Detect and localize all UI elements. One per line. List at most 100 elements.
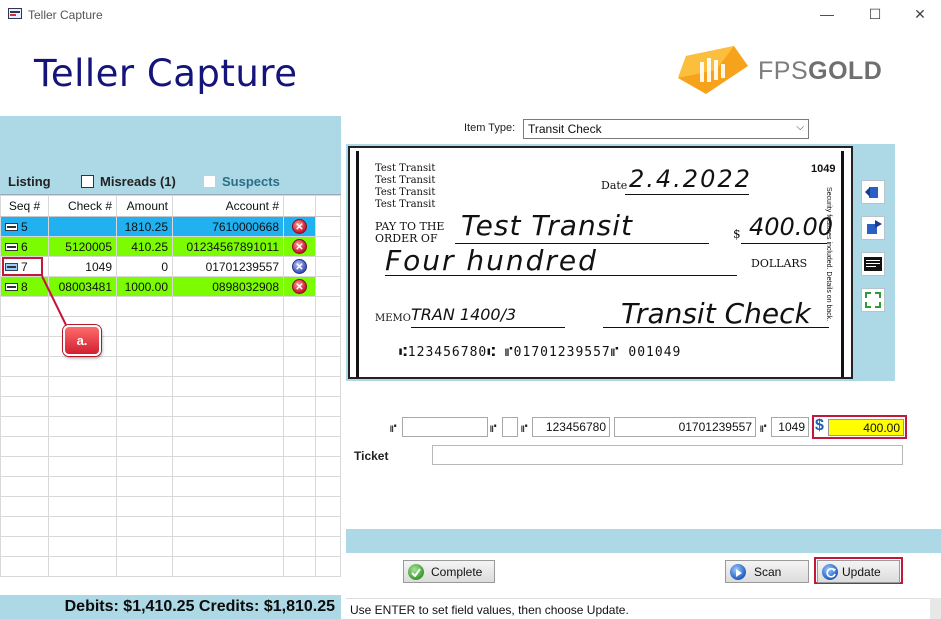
empty-row [0, 516, 341, 537]
tab-suspects[interactable]: Suspects [222, 174, 280, 189]
row-check: 1049 [48, 256, 117, 277]
tab-misreads[interactable]: Misreads (1) [100, 174, 176, 189]
transaction-table: Seq # Check # Amount Account # 5 1810.25… [0, 195, 341, 577]
misreads-checkbox[interactable] [81, 175, 94, 188]
check-image[interactable]: Test Transit Test Transit Test Transit T… [348, 146, 853, 379]
empty-row [0, 456, 341, 477]
column-header-account[interactable]: Account # [172, 195, 284, 217]
chevron-down-icon: ⌵ [796, 122, 804, 133]
aux-onus-field[interactable] [402, 417, 488, 437]
tab-listing[interactable]: Listing [8, 174, 51, 189]
delete-item-icon[interactable]: ✕ [292, 239, 307, 254]
amount-field[interactable]: 400.00 [828, 419, 904, 436]
payee-handwritten: Test Transit [461, 209, 634, 242]
complete-label: Complete [431, 565, 483, 579]
micr-symbol: ⑈ [521, 422, 528, 435]
update-button[interactable]: Update [817, 560, 900, 583]
column-header-delete [283, 195, 316, 217]
callout-leader-line [41, 275, 67, 326]
expand-icon [865, 292, 881, 308]
table-row[interactable]: 7 1049 0 01701239557 ✕ [0, 256, 341, 277]
logo-mark-icon [678, 46, 748, 94]
checkmark-glyph-icon [411, 568, 421, 577]
deposit-icon [5, 243, 18, 252]
rotate-right-button[interactable] [861, 216, 885, 240]
empty-row [0, 416, 341, 437]
ticket-input[interactable] [432, 445, 903, 465]
maximize-button[interactable]: ☐ [853, 2, 897, 28]
refresh-glyph-icon [826, 568, 836, 578]
check-number: 1049 [811, 163, 836, 175]
complete-button[interactable]: Complete [403, 560, 495, 583]
scan-label: Scan [754, 565, 782, 579]
callout-badge: a. [63, 325, 101, 356]
item-type-value: Transit Check [528, 122, 602, 136]
amount-handwritten: 400.00 [749, 213, 833, 241]
ticket-label: Ticket [354, 449, 389, 463]
row-account: 01701239557 [172, 256, 284, 277]
micr-symbol: ⑈ [490, 422, 497, 435]
totals-bar: Debits: $1,410.25 Credits: $1,810.25 [0, 595, 341, 619]
transaction-grid: Seq # Check # Amount Account # 5 1810.25… [0, 194, 341, 590]
empty-row [0, 496, 341, 517]
fit-image-button[interactable] [861, 288, 885, 312]
micr-line-printed: ⑆123456780⑆ ⑈01701239557⑈ 001049 [399, 345, 682, 360]
page-title: Teller Capture [34, 52, 298, 95]
row-account: 0898032908 [172, 276, 284, 297]
pay-to-label: PAY TO THE ORDER OF [375, 220, 445, 245]
column-header-seq[interactable]: Seq # [0, 195, 49, 217]
security-note: Security features included. Details on b… [825, 187, 832, 322]
memo-handwritten: TRAN 1400/3 [411, 305, 517, 324]
item-type-select[interactable]: Transit Check ⌵ [523, 119, 809, 139]
epc-field[interactable] [502, 417, 518, 437]
table-row[interactable]: 5 1810.25 7610000668 ✕ [0, 216, 341, 237]
row-account: 01234567891011 [172, 236, 284, 257]
empty-row [0, 356, 341, 377]
deposit-icon [5, 283, 18, 292]
empty-row [0, 376, 341, 397]
routing-field[interactable]: 123456780 [532, 417, 610, 437]
suspects-checkbox[interactable] [203, 175, 216, 188]
serial-field[interactable]: 1049 [771, 417, 809, 437]
rotate-left-button[interactable] [861, 180, 885, 204]
delete-item-icon[interactable]: ✕ [292, 259, 307, 274]
micr-symbol: ⑈ [760, 422, 767, 435]
table-row[interactable]: 6 5120005 410.25 01234567891011 ✕ [0, 236, 341, 257]
row-check [48, 216, 117, 237]
update-label: Update [842, 565, 881, 579]
signature-handwritten: Transit Check [621, 297, 811, 330]
scan-button[interactable]: Scan [725, 560, 809, 583]
micr-symbol: ⑈ [390, 422, 397, 435]
delete-item-icon[interactable]: ✕ [292, 279, 307, 294]
empty-row [0, 436, 341, 457]
close-button[interactable]: ✕ [898, 2, 941, 28]
column-header-amount[interactable]: Amount [116, 195, 173, 217]
item-type-label: Item Type: [464, 122, 516, 134]
account-field[interactable]: 01701239557 [614, 417, 756, 437]
window-title: Teller Capture [28, 8, 103, 22]
deposit-icon [5, 223, 18, 232]
scrollbar[interactable] [930, 598, 941, 619]
empty-row [0, 556, 341, 577]
delete-item-icon[interactable]: ✕ [292, 219, 307, 234]
status-bar: Use ENTER to set field values, then choo… [346, 598, 941, 619]
column-header-check[interactable]: Check # [48, 195, 117, 217]
dollar-sign-label: $ [733, 227, 741, 241]
flip-image-button[interactable] [861, 252, 885, 276]
date-value: 2.4.2022 [629, 165, 752, 193]
title-bar: Teller Capture — ☐ ✕ [0, 0, 941, 30]
action-strip [346, 529, 941, 553]
callout-highlight-box [2, 257, 43, 276]
dollar-icon: $ [815, 417, 824, 434]
date-label: Date [601, 179, 628, 192]
empty-row [0, 476, 341, 497]
row-seq: 5 [21, 219, 28, 234]
check-body: Test Transit Test Transit Test Transit T… [356, 151, 844, 377]
row-amount: 1000.00 [116, 276, 173, 297]
rotate-left-icon [865, 187, 878, 198]
table-header-row: Seq # Check # Amount Account # [0, 195, 341, 217]
row-amount: 1810.25 [116, 216, 173, 237]
minimize-button[interactable]: — [805, 2, 849, 28]
status-text: Use ENTER to set field values, then choo… [350, 603, 629, 617]
rotate-right-icon [867, 220, 882, 234]
